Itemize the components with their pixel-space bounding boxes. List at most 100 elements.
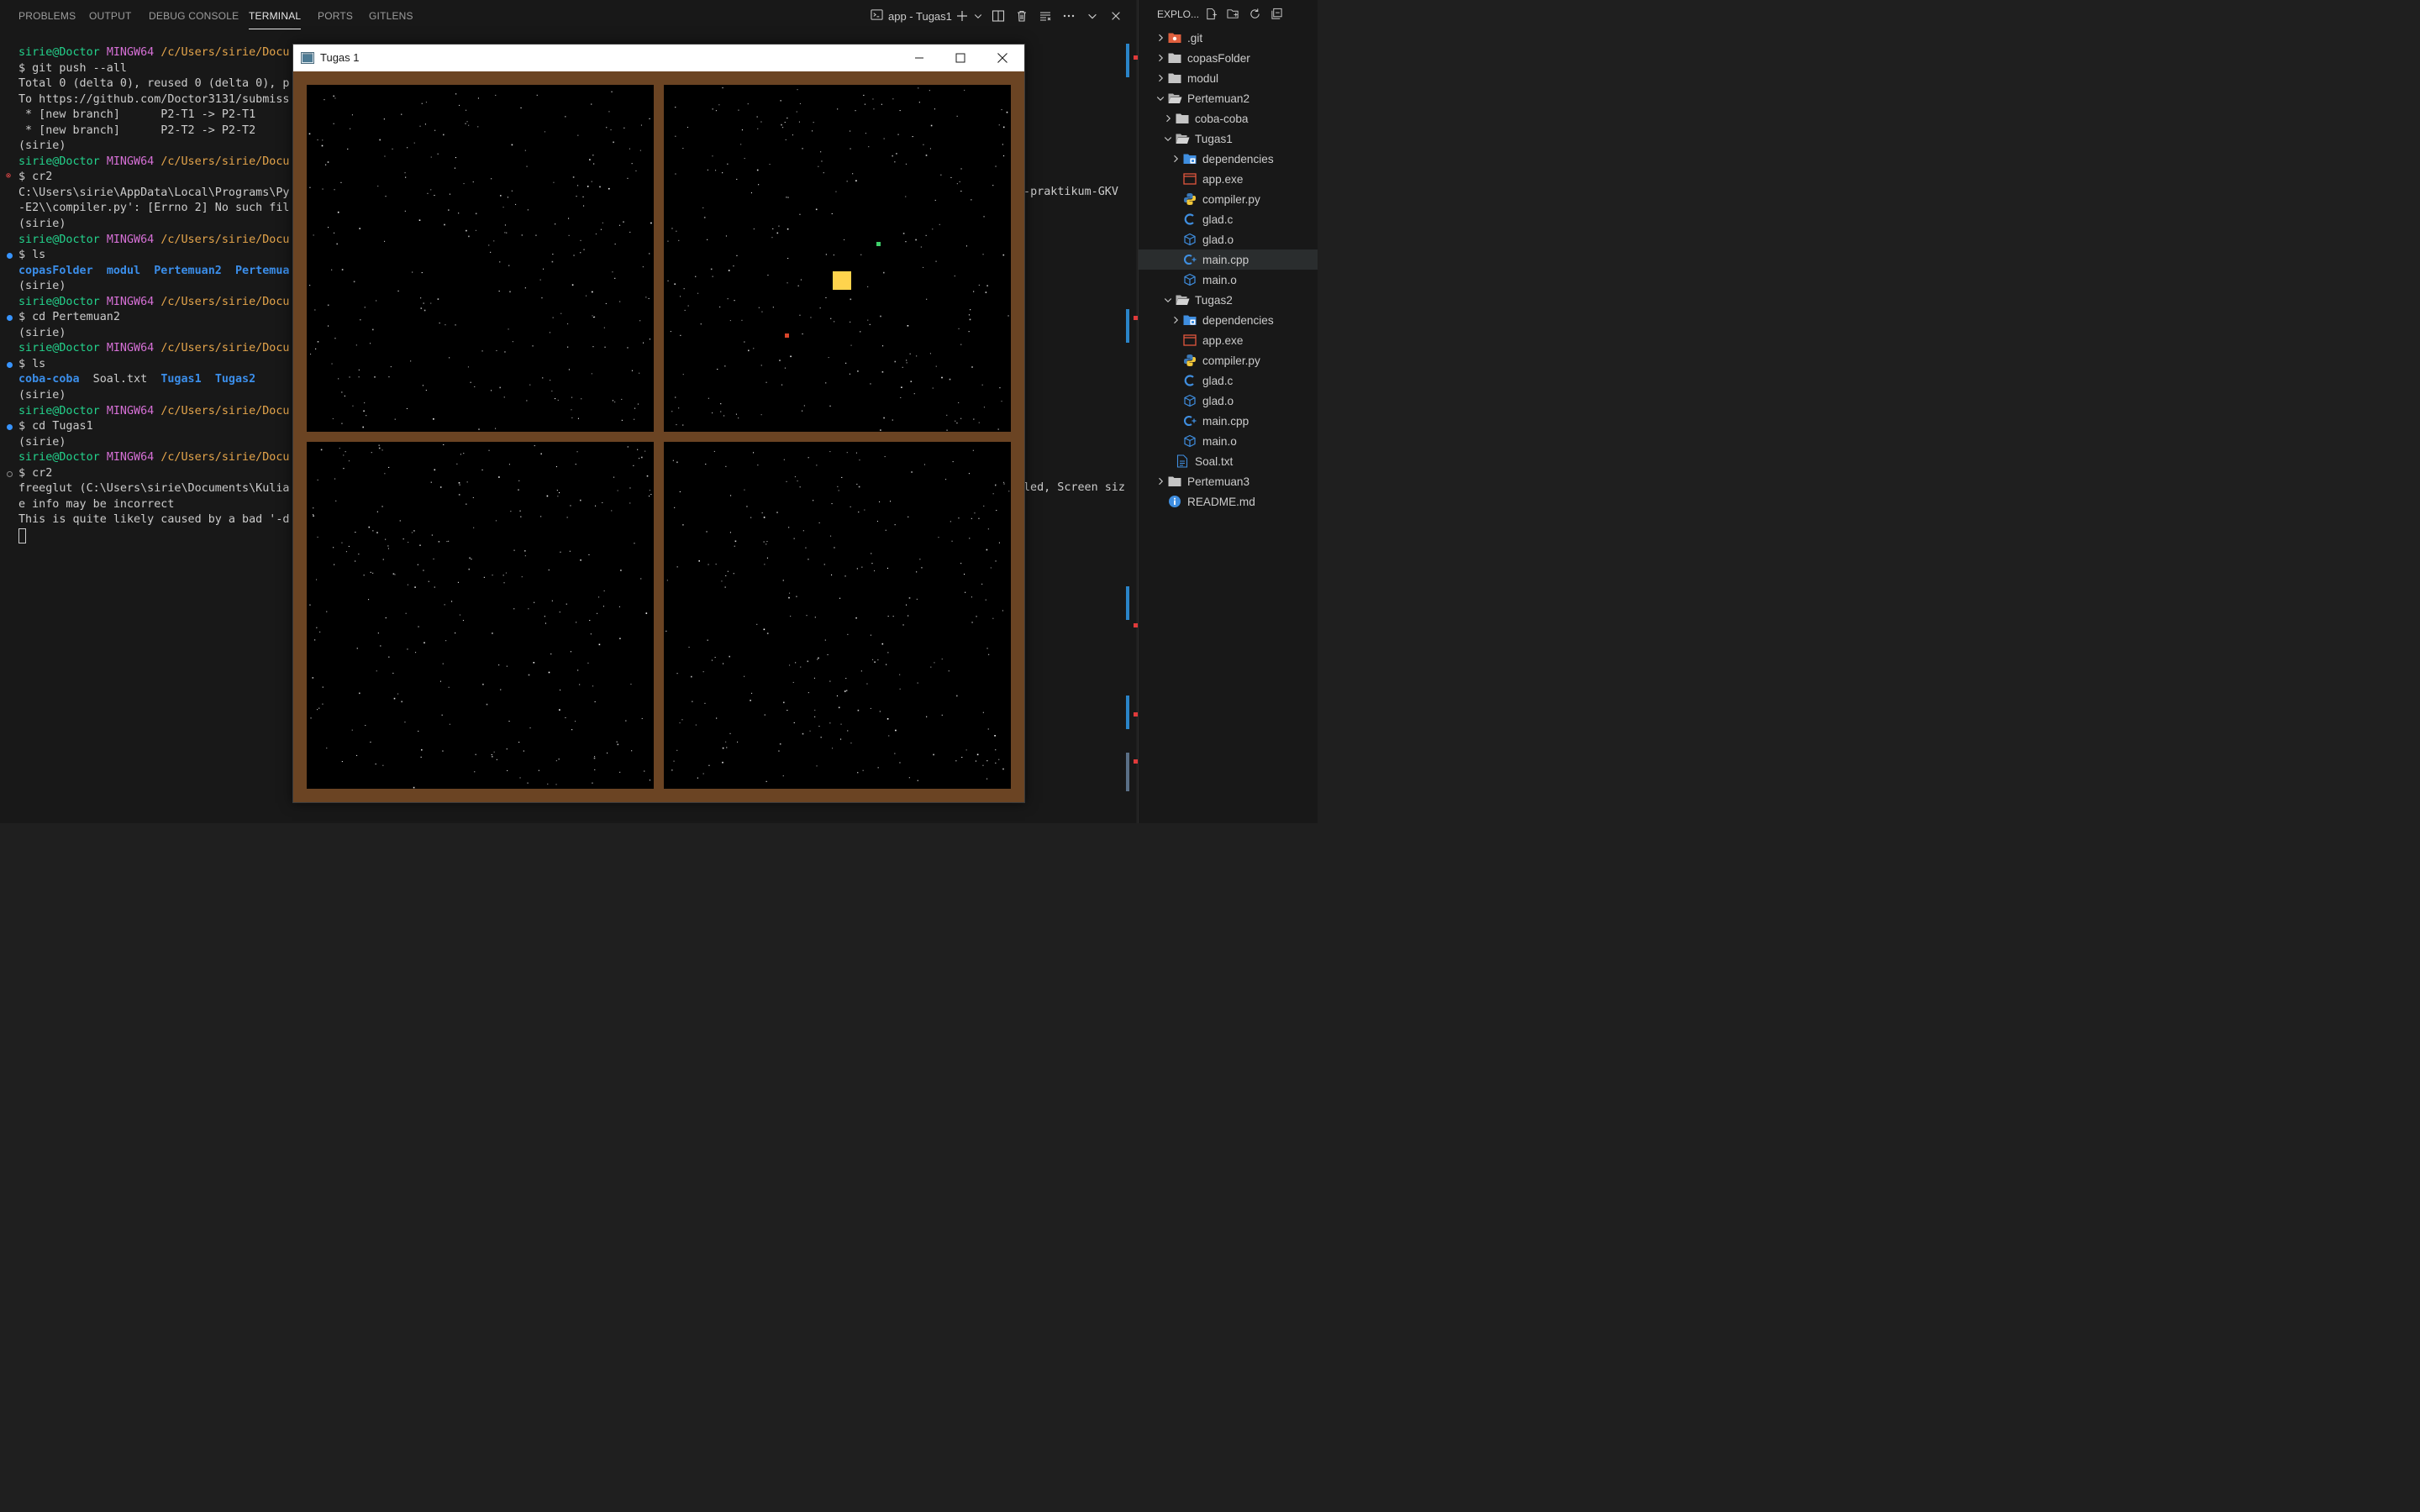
star [899,688,901,690]
tree-file[interactable]: glad.c [1139,370,1318,391]
tree-folder[interactable]: coba-coba [1139,108,1318,129]
star [756,169,759,171]
star [674,507,676,508]
star [498,664,500,666]
star [627,347,629,349]
chevron-down-icon[interactable] [1154,92,1167,105]
command-decoration-icon[interactable] [7,253,13,260]
chevron-right-icon[interactable] [1161,112,1175,125]
tree-folder[interactable]: dependencies [1139,149,1318,169]
tab-ports[interactable]: PORTS [318,10,353,22]
refresh-icon[interactable] [1248,7,1261,20]
command-decoration-icon[interactable] [7,424,13,431]
terminal-selector[interactable]: app - Tugas1 [871,8,952,24]
tree-file[interactable]: README.md [1139,491,1318,512]
tree-file[interactable]: main.cpp [1139,249,1318,270]
star [610,129,612,131]
more-icon[interactable] [1060,8,1077,24]
tree-file[interactable]: glad.c [1139,209,1318,229]
star [750,700,751,701]
chevron-right-icon[interactable] [1169,313,1182,327]
star [372,530,374,532]
tab-gitlens[interactable]: GITLENS [369,10,413,22]
star [788,527,790,528]
tree-file[interactable]: main.o [1139,431,1318,451]
scroll-thumb[interactable] [1126,753,1129,791]
chevron-right-icon[interactable] [1154,475,1167,488]
plus-icon[interactable] [954,8,971,24]
command-error-icon[interactable]: ⊗ [6,172,13,181]
opengl-window[interactable]: Tugas 1 [292,44,1025,803]
render-canvas[interactable] [293,71,1024,802]
tab-terminal[interactable]: TERMINAL [249,10,302,29]
maximize-icon[interactable] [940,45,981,71]
tree-folder[interactable]: dependencies [1139,310,1318,330]
star [580,499,581,501]
star [960,417,962,419]
folder-icon [1167,51,1182,65]
star [929,90,930,92]
close-icon[interactable] [982,45,1023,71]
tab-problems[interactable]: PROBLEMS [18,10,76,22]
chevron-down-icon[interactable] [970,8,986,24]
tree-folder[interactable]: Pertemuan3 [1139,471,1318,491]
chevron-right-icon[interactable] [1154,51,1167,65]
star [444,223,445,226]
star [378,447,381,449]
prompt-user: sirie@Doctor [18,451,100,465]
star [894,161,896,163]
star [320,449,323,451]
command-decoration-icon[interactable] [7,315,13,322]
chevron-down-icon[interactable] [1161,293,1175,307]
tree-file[interactable]: main.cpp [1139,411,1318,431]
chevron-right-icon[interactable] [1154,71,1167,85]
star [935,365,937,367]
tree-folder[interactable]: Tugas1 [1139,129,1318,149]
trash-icon[interactable] [1013,8,1030,24]
tree-folder[interactable]: Tugas2 [1139,290,1318,310]
star [595,505,597,507]
tree-folder[interactable]: Pertemuan2 [1139,88,1318,108]
star [894,753,896,754]
chevron-right-icon[interactable] [1154,31,1167,45]
collapse-all-icon[interactable] [1270,7,1283,20]
app-icon [301,51,314,64]
tree-folder[interactable]: modul [1139,68,1318,88]
star [569,550,571,552]
star [319,631,321,633]
new-folder-icon[interactable] [1226,7,1239,20]
chevron-right-icon[interactable] [1169,152,1182,165]
terminal-scrollbar[interactable] [1125,40,1138,796]
star [902,366,903,368]
command-decoration-icon[interactable] [7,361,13,368]
tree-folder[interactable]: copasFolder [1139,48,1318,68]
window-title-bar[interactable]: Tugas 1 [293,45,1024,71]
split-icon[interactable] [990,8,1007,24]
chevron-down-icon[interactable] [1161,132,1175,145]
star [634,407,636,409]
chevron-down-icon[interactable] [1084,8,1101,24]
tree-item-label: Soal.txt [1195,454,1234,468]
tree-item-label: compiler.py [1202,192,1260,206]
clear-icon[interactable] [1037,8,1054,24]
tree-folder[interactable]: .git [1139,28,1318,48]
tree-file[interactable]: main.o [1139,270,1318,290]
tree-file[interactable]: app.exe [1139,169,1318,189]
new-file-icon[interactable] [1204,7,1218,20]
tree-file[interactable]: glad.o [1139,391,1318,411]
tab-output[interactable]: OUTPUT [89,10,132,22]
tree-file[interactable]: compiler.py [1139,189,1318,209]
tree-file[interactable]: Soal.txt [1139,451,1318,471]
star [430,481,432,483]
star [920,246,922,248]
tree-file[interactable]: compiler.py [1139,350,1318,370]
tab-debug-console[interactable]: DEBUG CONSOLE [149,10,239,22]
close-icon[interactable] [1107,8,1124,24]
star [577,185,579,186]
minimize-icon[interactable] [899,45,939,71]
tree-file[interactable]: app.exe [1139,330,1318,350]
star [695,276,697,277]
command-decoration-icon[interactable] [7,470,13,477]
tree-file[interactable]: glad.o [1139,229,1318,249]
